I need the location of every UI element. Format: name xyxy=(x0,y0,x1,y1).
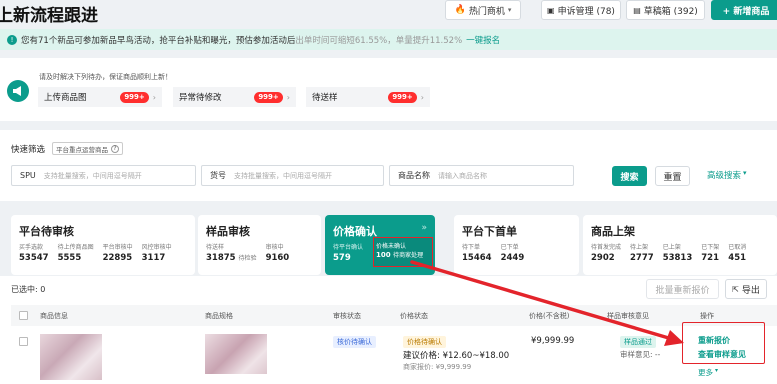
annotation-arrow xyxy=(410,260,684,346)
